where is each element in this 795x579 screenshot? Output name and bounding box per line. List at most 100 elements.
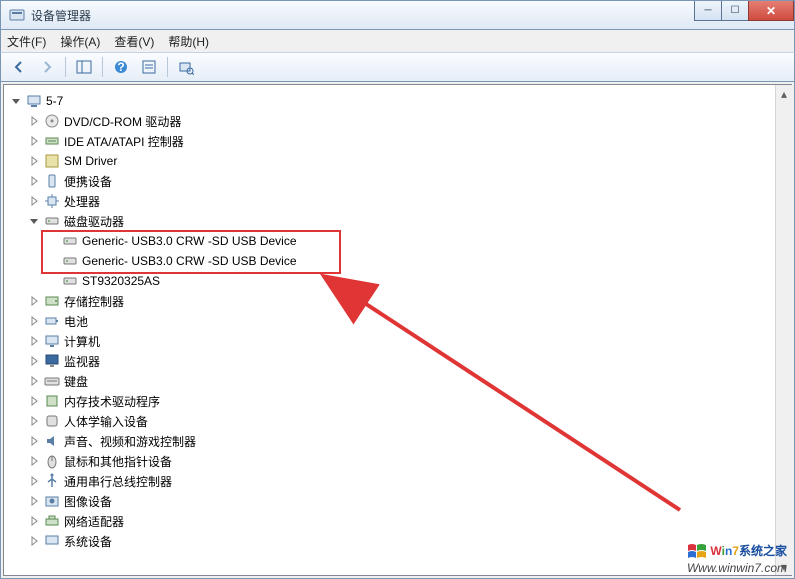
tree-node-sound[interactable]: 声音、视频和游戏控制器: [26, 431, 791, 451]
tree-node-label: ST9320325AS: [82, 274, 160, 288]
tree-node-monitor[interactable]: 监视器: [26, 351, 791, 371]
expand-icon[interactable]: [28, 515, 40, 527]
portable-icon: [44, 173, 60, 189]
tree-node-label: 系统设备: [64, 533, 112, 550]
svg-text:?: ?: [117, 60, 124, 74]
keyboard-icon: [44, 373, 60, 389]
window-controls: ─ ☐ ✕: [695, 1, 794, 21]
system-icon: [44, 533, 60, 549]
ide-icon: [44, 133, 60, 149]
show-hide-console-button[interactable]: [72, 55, 96, 79]
scroll-down-icon[interactable]: ▾: [776, 558, 792, 575]
disk-icon: [44, 213, 60, 229]
tree-node-sm[interactable]: SM Driver: [26, 151, 791, 171]
tree-node-label: 鼠标和其他指针设备: [64, 453, 172, 470]
disk-icon: [62, 233, 78, 249]
scroll-up-icon[interactable]: ▴: [776, 85, 792, 102]
window-title: 设备管理器: [31, 7, 91, 24]
expand-icon[interactable]: [28, 135, 40, 147]
expand-icon[interactable]: [28, 415, 40, 427]
tree-node-st[interactable]: ST9320325AS: [44, 271, 791, 291]
usb-icon: [44, 473, 60, 489]
expand-icon[interactable]: [28, 175, 40, 187]
titlebar: 设备管理器 ─ ☐ ✕: [0, 0, 795, 30]
tree-node-portable[interactable]: 便携设备: [26, 171, 791, 191]
expand-icon[interactable]: [28, 395, 40, 407]
tree-node-storage[interactable]: 存储控制器: [26, 291, 791, 311]
tree-node-label: 监视器: [64, 353, 100, 370]
expand-icon[interactable]: [28, 315, 40, 327]
scan-hardware-button[interactable]: [174, 55, 198, 79]
tree-node-keyboard[interactable]: 键盘: [26, 371, 791, 391]
imaging-icon: [44, 493, 60, 509]
tree-node-computer[interactable]: 计算机: [26, 331, 791, 351]
tree-node-disk[interactable]: 磁盘驱动器: [26, 211, 791, 231]
expand-icon[interactable]: [28, 475, 40, 487]
collapse-icon[interactable]: [28, 215, 40, 227]
expand-icon[interactable]: [28, 435, 40, 447]
tree-node-memtech[interactable]: 内存技术驱动程序: [26, 391, 791, 411]
disk-icon: [62, 253, 78, 269]
collapse-icon[interactable]: [10, 95, 22, 107]
mouse-icon: [44, 453, 60, 469]
tree-node-dvd[interactable]: DVD/CD-ROM 驱动器: [26, 111, 791, 131]
device-tree[interactable]: 5-7DVD/CD-ROM 驱动器IDE ATA/ATAPI 控制器SM Dri…: [3, 84, 792, 576]
storage-icon: [44, 293, 60, 309]
expand-icon[interactable]: [28, 495, 40, 507]
tree-node-usb1[interactable]: Generic- USB3.0 CRW -SD USB Device: [44, 231, 791, 251]
tree-node-label: Generic- USB3.0 CRW -SD USB Device: [82, 254, 297, 268]
expand-icon[interactable]: [28, 115, 40, 127]
tree-node-hid[interactable]: 人体学输入设备: [26, 411, 791, 431]
close-button[interactable]: ✕: [748, 1, 794, 21]
tree-node-imaging[interactable]: 图像设备: [26, 491, 791, 511]
tree-node-label: 键盘: [64, 373, 88, 390]
tree-node-label: 计算机: [64, 333, 100, 350]
expand-icon[interactable]: [28, 355, 40, 367]
tree-node-ide[interactable]: IDE ATA/ATAPI 控制器: [26, 131, 791, 151]
tree-root-label: 5-7: [46, 94, 63, 108]
tree-node-network[interactable]: 网络适配器: [26, 511, 791, 531]
content-area: 5-7DVD/CD-ROM 驱动器IDE ATA/ATAPI 控制器SM Dri…: [0, 82, 795, 579]
back-button[interactable]: [7, 55, 31, 79]
help-button[interactable]: ?: [109, 55, 133, 79]
expand-icon[interactable]: [28, 155, 40, 167]
toolbar-separator: [167, 57, 168, 77]
hid-icon: [44, 413, 60, 429]
tree-node-battery[interactable]: 电池: [26, 311, 791, 331]
disk-icon: [62, 273, 78, 289]
dvd-icon: [44, 113, 60, 129]
computer-icon: [44, 333, 60, 349]
minimize-button[interactable]: ─: [694, 1, 722, 21]
tree-node-usb2[interactable]: Generic- USB3.0 CRW -SD USB Device: [44, 251, 791, 271]
forward-button[interactable]: [35, 55, 59, 79]
tree-node-label: 电池: [64, 313, 88, 330]
tree-node-cpu[interactable]: 处理器: [26, 191, 791, 211]
expand-icon[interactable]: [28, 455, 40, 467]
expand-icon[interactable]: [28, 295, 40, 307]
menu-help[interactable]: 帮助(H): [168, 33, 209, 50]
expand-icon[interactable]: [28, 535, 40, 547]
properties-button[interactable]: [137, 55, 161, 79]
menu-action[interactable]: 操作(A): [60, 33, 100, 50]
vertical-scrollbar[interactable]: ▴ ▾: [775, 85, 792, 575]
expand-icon[interactable]: [28, 335, 40, 347]
tree-node-label: 便携设备: [64, 173, 112, 190]
computer-icon: [26, 93, 42, 109]
menu-file[interactable]: 文件(F): [7, 33, 46, 50]
tree-root[interactable]: 5-7: [8, 91, 791, 111]
toolbar-separator: [65, 57, 66, 77]
tree-node-usb[interactable]: 通用串行总线控制器: [26, 471, 791, 491]
tree-node-label: DVD/CD-ROM 驱动器: [64, 113, 181, 130]
menu-view[interactable]: 查看(V): [114, 33, 154, 50]
expand-icon[interactable]: [28, 375, 40, 387]
tree-node-mouse[interactable]: 鼠标和其他指针设备: [26, 451, 791, 471]
menubar: 文件(F) 操作(A) 查看(V) 帮助(H): [0, 30, 795, 52]
tree-node-label: 磁盘驱动器: [64, 213, 124, 230]
tree-node-label: 网络适配器: [64, 513, 124, 530]
maximize-button[interactable]: ☐: [721, 1, 749, 21]
expand-icon[interactable]: [28, 195, 40, 207]
tree-node-label: 图像设备: [64, 493, 112, 510]
tree-node-label: 通用串行总线控制器: [64, 473, 172, 490]
tree-node-label: 人体学输入设备: [64, 413, 148, 430]
tree-node-system[interactable]: 系统设备: [26, 531, 791, 551]
